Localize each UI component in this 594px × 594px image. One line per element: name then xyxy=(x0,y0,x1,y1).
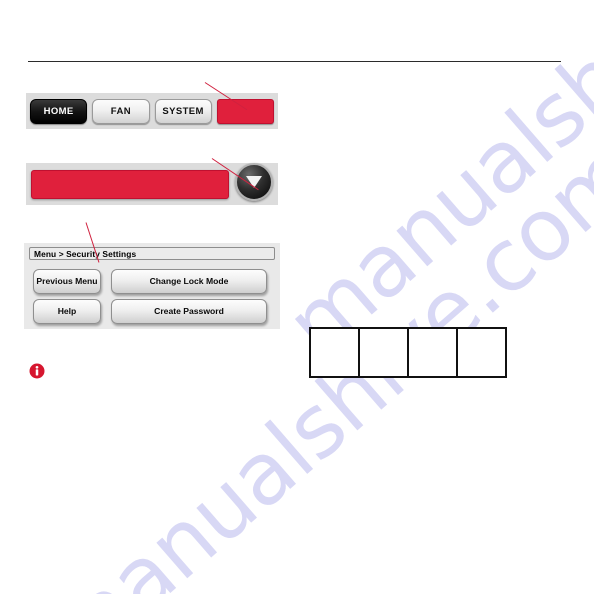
thermostat-button-bar: HOME FAN SYSTEM xyxy=(26,93,278,129)
header-divider xyxy=(28,61,561,62)
menu-button-grid: Previous Menu Change Lock Mode Help Crea… xyxy=(29,269,275,324)
fan-button[interactable]: FAN xyxy=(92,98,150,124)
highlighted-message-strip[interactable] xyxy=(31,169,229,199)
thermostat-message-row xyxy=(26,163,278,205)
security-settings-panel: Menu > Security Settings Previous Menu C… xyxy=(24,243,280,329)
system-button[interactable]: SYSTEM xyxy=(154,98,212,124)
highlighted-menu-button[interactable] xyxy=(216,98,274,124)
page-content: HOME FAN SYSTEM Menu > Security Settings… xyxy=(0,0,594,594)
previous-menu-button[interactable]: Previous Menu xyxy=(33,269,101,294)
help-button[interactable]: Help xyxy=(33,299,101,324)
scroll-down-button[interactable] xyxy=(235,163,273,201)
create-password-button[interactable]: Create Password xyxy=(111,299,267,324)
code-cell[interactable] xyxy=(358,327,409,378)
change-lock-mode-button[interactable]: Change Lock Mode xyxy=(111,269,267,294)
password-entry-boxes xyxy=(309,327,507,378)
code-cell[interactable] xyxy=(456,327,507,378)
info-icon xyxy=(29,363,45,379)
home-button[interactable]: HOME xyxy=(30,98,88,124)
code-cell[interactable] xyxy=(407,327,458,378)
breadcrumb: Menu > Security Settings xyxy=(29,247,275,260)
code-cell[interactable] xyxy=(309,327,360,378)
